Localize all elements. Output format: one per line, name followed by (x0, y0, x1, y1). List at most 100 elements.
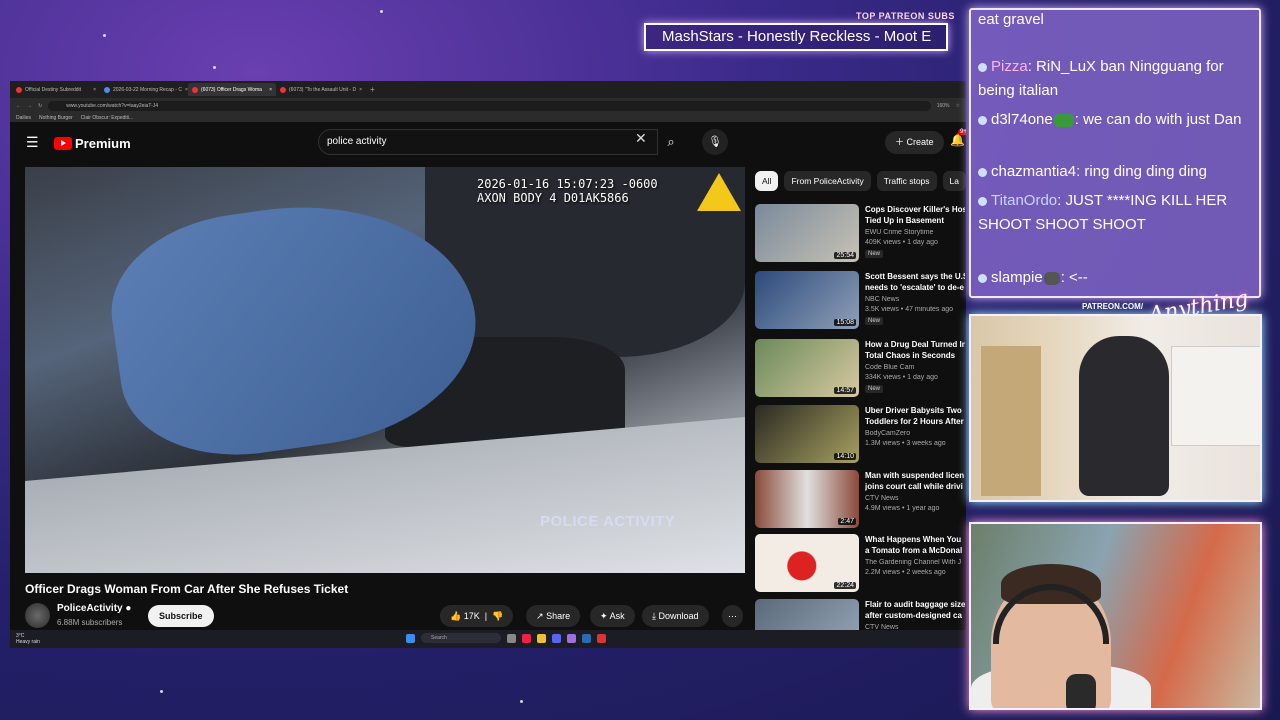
title-line: joins court call while drivi (865, 482, 963, 491)
patreon-subs-label: TOP PATREON SUBS (856, 11, 955, 21)
more-actions-button[interactable]: ⋯ (722, 605, 743, 627)
url-field[interactable]: www.youtube.com/watch?v=taay2eiaT-J4 (48, 100, 931, 111)
badge-icon (978, 196, 987, 206)
star-decoration (160, 690, 163, 693)
zoom-level[interactable]: 160% (937, 103, 950, 109)
chip-all[interactable]: All (755, 171, 779, 191)
obs-icon[interactable] (567, 633, 576, 643)
chip-latest[interactable]: La (942, 171, 966, 191)
channel-watermark: POLICE ACTIVITY (540, 513, 676, 530)
title-line: needs to 'escalate' to de-e (865, 283, 964, 292)
cabinet-decoration (1171, 346, 1260, 446)
browser-tab[interactable]: Official Destiny Subreddit × (12, 83, 100, 96)
channel-name[interactable]: PoliceActivity ● (57, 603, 131, 614)
reddit-icon (16, 86, 22, 93)
star-icon[interactable]: ☆ (956, 103, 960, 109)
windows-start-icon[interactable] (406, 633, 415, 643)
ask-button[interactable]: ✦ Ask (590, 605, 635, 627)
menu-icon[interactable]: ☰ (26, 134, 39, 151)
video-player[interactable]: 2026-01-16 15:07:23 -0600 AXON BODY 4 D0… (25, 167, 745, 573)
chip-traffic-stops[interactable]: Traffic stops (876, 171, 937, 191)
video-thumbnail[interactable]: 22:24 (755, 534, 859, 592)
video-thumbnail[interactable]: 15:08 (755, 271, 859, 329)
bookmark-item[interactable]: Dailies (16, 115, 31, 121)
star-decoration (380, 10, 383, 13)
create-button[interactable]: ＋ Create (885, 131, 944, 154)
app-icon[interactable] (597, 633, 606, 643)
bookmark-item[interactable]: Clair Obscur: Expediti... (81, 115, 134, 121)
chat-text: : we can do with just Dan (1074, 111, 1242, 128)
thumbs-down-icon[interactable]: 👎 (492, 611, 503, 621)
badge-icon (978, 62, 987, 72)
video-thumbnail[interactable]: 2:47 (755, 470, 859, 528)
weather-widget[interactable]: 3°C Heavy rain (16, 633, 40, 645)
video-thumbnail[interactable]: 14:57 (755, 339, 859, 397)
chat-message: d3l74one: we can do with just Dan (978, 108, 1256, 132)
taskbar-search[interactable]: Search (421, 633, 501, 643)
close-icon[interactable]: × (269, 87, 272, 93)
share-button[interactable]: ↗ Share (526, 605, 581, 627)
chrome-icon[interactable] (522, 633, 531, 643)
recommended-video[interactable]: 14:57 How a Drug Deal Turned In Total Cha… (755, 339, 965, 401)
forward-icon[interactable]: → (27, 103, 32, 109)
recommended-video[interactable]: 14:10 Uber Driver Babysits Two Toddlers f… (755, 405, 965, 467)
browser-tab-active[interactable]: (6073) Officer Drags Woma × (188, 83, 276, 96)
download-icon: ⤓ (652, 611, 656, 621)
close-icon[interactable]: × (359, 87, 362, 93)
patreon-ticker: MashStars - Honestly Reckless - Moot E (644, 23, 948, 51)
video-thumbnail[interactable]: 25:54 (755, 204, 859, 262)
chat-username: Pizza (991, 58, 1028, 75)
video-thumbnail[interactable]: 14:10 (755, 405, 859, 463)
discord-icon[interactable] (552, 633, 561, 643)
recommended-channel: Code Blue Cam (865, 364, 915, 371)
chat-username: chazmantia4 (991, 163, 1077, 180)
title-line: How a Drug Deal Turned In (865, 340, 965, 349)
recommended-title: Uber Driver Babysits Two Toddlers for 2 H… (865, 405, 965, 427)
like-button[interactable]: 👍 17K | 👎 (440, 605, 514, 627)
video-title: Officer Drags Woman From Car After She R… (25, 582, 349, 596)
download-button[interactable]: ⤓ Download (642, 605, 709, 627)
channel-avatar[interactable] (25, 603, 50, 628)
youtube-logo[interactable]: Premium (54, 136, 131, 151)
recommended-video[interactable]: 22:24 What Happens When You a Tomato from… (755, 534, 965, 596)
youtube-icon (192, 86, 198, 93)
browser-window: Official Destiny Subreddit × 2026-03-22 M… (10, 81, 966, 648)
close-icon[interactable]: × (93, 87, 96, 93)
recommended-video[interactable]: 2:47 Man with suspended licen joins court… (755, 470, 965, 532)
sparkle-icon: ✦ (600, 611, 608, 621)
chat-text: : ring ding ding ding (1076, 163, 1207, 180)
clear-search-icon[interactable]: ✕ (635, 130, 647, 147)
steam-icon[interactable] (582, 633, 591, 643)
browser-tab[interactable]: 2026-03-22 Morning Recap - C × (100, 83, 188, 96)
recommended-title: Cops Discover Killer's Hos Tied Up in Bas… (865, 204, 965, 226)
recommended-channel: CTV News (865, 495, 899, 502)
recommended-title: Scott Bessent says the U.S needs to 'esca… (865, 271, 965, 293)
notifications-bell-icon[interactable]: 🔔 9+ (950, 129, 966, 147)
share-label: Share (546, 611, 571, 621)
tab-bar: Official Destiny Subreddit × 2026-03-22 M… (10, 81, 966, 98)
title-line: Man with suspended licen (865, 471, 965, 480)
chip-from-channel[interactable]: From PoliceActivity (784, 171, 871, 191)
reload-icon[interactable]: ↻ (38, 103, 42, 109)
windows-taskbar: 3°C Heavy rain Search (10, 630, 966, 648)
task-view-icon[interactable] (507, 633, 516, 643)
emote-icon (1053, 113, 1074, 127)
subscribe-button[interactable]: Subscribe (148, 605, 214, 627)
ask-label: Ask (609, 611, 625, 621)
mic-icon[interactable]: 🎙 (702, 129, 728, 155)
search-input[interactable]: police activity (318, 129, 658, 155)
bookmark-item[interactable]: Nothing Burger (39, 115, 73, 121)
search-icon[interactable]: ⌕ (658, 129, 684, 155)
timestamp-line: 2026-01-16 15:07:23 -0600 (477, 177, 658, 191)
new-tab-button[interactable]: + (370, 85, 375, 94)
title-line: Flair to audit baggage size (865, 600, 965, 609)
recommended-video[interactable]: 25:54 Cops Discover Killer's Hos Tied Up … (755, 204, 965, 266)
star-decoration (520, 700, 523, 703)
recommended-video[interactable]: 15:08 Scott Bessent says the U.S needs to… (755, 271, 965, 333)
download-label: Download (658, 611, 699, 621)
emote-icon (1043, 271, 1060, 285)
title-line: after custom-designed ca (865, 611, 962, 620)
folder-icon[interactable] (537, 633, 546, 643)
back-icon[interactable]: ← (16, 103, 21, 109)
browser-tab[interactable]: (6073) "To the Assault Unit - D × (276, 83, 364, 96)
